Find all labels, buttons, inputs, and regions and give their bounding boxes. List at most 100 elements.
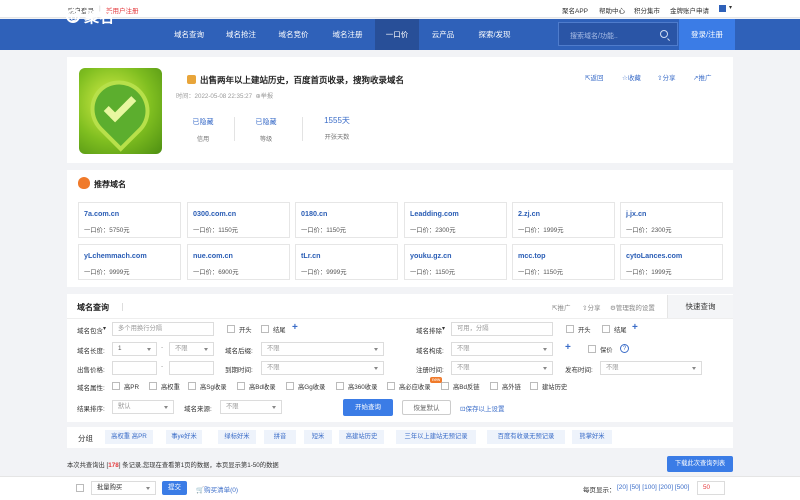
add-structure-icon[interactable]: + <box>565 343 571 353</box>
recommend-card[interactable]: 2.zj.cn 一口价：1999元 <box>512 202 615 238</box>
nav-snap[interactable]: 域名抢注 <box>215 19 267 50</box>
recommend-domain[interactable]: mcc.top <box>518 251 546 260</box>
group-tag[interactable]: 拼音 <box>264 430 296 444</box>
gold-link[interactable]: 金牌账户申请 <box>670 5 709 15</box>
recommend-card[interactable]: j.jx.cn 一口价：2300元 <box>620 202 723 238</box>
length-to-select[interactable]: 不限 <box>169 342 214 356</box>
nav-cloud[interactable]: 云产品 <box>419 19 467 50</box>
attr-checkbox[interactable] <box>112 382 120 390</box>
recommend-card[interactable]: 0180.cn 一口价：1150元 <box>295 202 398 238</box>
recommend-card[interactable]: yLchemmach.com 一口价：9999元 <box>78 244 181 280</box>
group-tag[interactable]: 熊掌好米 <box>572 430 612 444</box>
recommend-domain[interactable]: tLr.cn <box>301 251 321 260</box>
exclude-input[interactable]: 可用，分隔 <box>451 322 553 336</box>
price-to-input[interactable] <box>169 361 214 375</box>
nav-explore[interactable]: 探索/发现 <box>467 19 522 50</box>
exclude-end-checkbox[interactable] <box>602 325 610 333</box>
login-register-button[interactable]: 登录/注册 <box>679 19 735 50</box>
expire-select[interactable]: 不限 <box>261 361 384 375</box>
help-link[interactable]: 帮助中心 <box>599 5 625 15</box>
select-all-checkbox[interactable] <box>76 484 84 492</box>
add-condition-icon[interactable]: + <box>292 323 298 333</box>
exclude-start-checkbox[interactable] <box>566 325 574 333</box>
attr-checkbox[interactable] <box>188 382 196 390</box>
recommend-domain[interactable]: youku.gz.cn <box>410 251 452 260</box>
flag-icon[interactable] <box>719 5 726 12</box>
recommend-domain[interactable]: 7a.com.cn <box>84 209 119 218</box>
recommend-card[interactable]: nue.com.cn 一口价：6900元 <box>187 244 290 280</box>
query-promote-link[interactable]: ⇱推广 <box>552 302 570 312</box>
recommend-domain[interactable]: 2.zj.cn <box>518 209 540 218</box>
recommend-card[interactable]: mcc.top 一口价：1150元 <box>512 244 615 280</box>
recommend-card[interactable]: 7a.com.cn 一口价：5750元 <box>78 202 181 238</box>
bulk-action-select[interactable]: 批量购买 <box>91 481 156 495</box>
group-tag[interactable]: 三年以上建站无预记录 <box>396 430 476 444</box>
start-checkbox[interactable] <box>227 325 235 333</box>
group-tag[interactable]: 高权重 高PR <box>105 430 153 444</box>
attr-checkbox[interactable] <box>530 382 538 390</box>
save-settings-link[interactable]: ⊡保存以上设置 <box>460 403 504 413</box>
attr-checkbox[interactable] <box>387 382 395 390</box>
recommend-card[interactable]: cytoLances.com 一口价：1999元 <box>620 244 723 280</box>
nav-register[interactable]: 域名注册 <box>320 19 375 50</box>
chevron-down-icon[interactable]: ▾ <box>442 325 445 332</box>
report-link[interactable]: 举报 <box>261 93 273 100</box>
page-size-links[interactable]: [20] [50] [100] [200] [500] <box>617 484 689 491</box>
nav-domain-search[interactable]: 域名查询 <box>163 19 215 50</box>
search-icon[interactable] <box>660 30 668 38</box>
attr-checkbox[interactable] <box>237 382 245 390</box>
recommend-card[interactable]: 0300.com.cn 一口价：1150元 <box>187 202 290 238</box>
sort-select[interactable]: 默认 <box>112 400 174 414</box>
recommend-domain[interactable]: cytoLances.com <box>626 251 682 260</box>
recommend-domain[interactable]: j.jx.cn <box>626 209 646 218</box>
nav-fixed-price[interactable]: 一口价 <box>375 19 419 50</box>
reset-button[interactable]: 恢复默认 <box>402 400 451 415</box>
deposit-checkbox[interactable] <box>588 345 596 353</box>
length-from-select[interactable]: 1 <box>112 342 157 356</box>
price-from-input[interactable] <box>112 361 157 375</box>
recommend-domain[interactable]: 0300.com.cn <box>193 209 236 218</box>
group-tag[interactable]: 短米 <box>304 430 332 444</box>
attr-checkbox[interactable] <box>441 382 449 390</box>
recommend-domain[interactable]: Leadding.com <box>410 209 459 218</box>
recommend-domain[interactable]: nue.com.cn <box>193 251 233 260</box>
share-link[interactable]: ⇧分享 <box>657 72 675 82</box>
source-select[interactable]: 不限 <box>220 400 282 414</box>
suffix-select[interactable]: 不限 <box>261 342 384 356</box>
cart-link[interactable]: 🛒购买清单(0) <box>196 484 238 494</box>
attr-checkbox[interactable] <box>336 382 344 390</box>
recommend-domain[interactable]: 0180.cn <box>301 209 327 218</box>
recommend-card[interactable]: Leadding.com 一口价：2300元 <box>404 202 507 238</box>
promote-link[interactable]: ↗推广 <box>693 72 711 82</box>
points-link[interactable]: 积分集市 <box>634 5 660 15</box>
chevron-down-icon[interactable]: ▾ <box>729 4 732 11</box>
favorite-link[interactable]: ☆收藏 <box>622 72 641 82</box>
recommend-card[interactable]: youku.gz.cn 一口价：1150元 <box>404 244 507 280</box>
contains-input[interactable]: 多个用换行分隔 <box>112 322 214 336</box>
download-list-button[interactable]: 下载此次查询列表 <box>667 456 733 472</box>
back-link[interactable]: ⇱返回 <box>585 72 603 82</box>
group-tag[interactable]: 高建站历史 <box>339 430 384 444</box>
nav-auction[interactable]: 域名竞价 <box>267 19 320 50</box>
per-page-input[interactable]: 50 <box>697 481 725 495</box>
attr-checkbox[interactable] <box>149 382 157 390</box>
search-input[interactable]: 搜索域名/功能.. <box>558 22 678 46</box>
add-exclude-icon[interactable]: + <box>632 323 638 333</box>
recommend-domain[interactable]: yLchemmach.com <box>84 251 147 260</box>
recommend-card[interactable]: tLr.cn 一口价：9999元 <box>295 244 398 280</box>
structure-select[interactable]: 不限 <box>451 342 553 356</box>
end-checkbox[interactable] <box>261 325 269 333</box>
footer-submit-button[interactable]: 提交 <box>162 481 187 495</box>
regtime-select[interactable]: 不限 <box>451 361 553 375</box>
app-link[interactable]: 聚名APP <box>562 5 588 15</box>
group-tag[interactable]: 绿标好米 <box>218 430 256 444</box>
submit-query-button[interactable]: 开始查询 <box>343 399 393 416</box>
chevron-down-icon[interactable]: ▾ <box>103 325 106 332</box>
attr-checkbox[interactable] <box>490 382 498 390</box>
group-tag[interactable]: 事ye好米 <box>166 430 202 444</box>
settings-link[interactable]: ⚙管理我的设置 <box>610 302 655 312</box>
attr-checkbox[interactable] <box>286 382 294 390</box>
group-tag[interactable]: 百度有收录无预记录 <box>487 430 565 444</box>
quick-query-tab[interactable]: 快速查询 <box>667 295 733 318</box>
brand-logo[interactable]: 聚名 <box>66 6 114 26</box>
